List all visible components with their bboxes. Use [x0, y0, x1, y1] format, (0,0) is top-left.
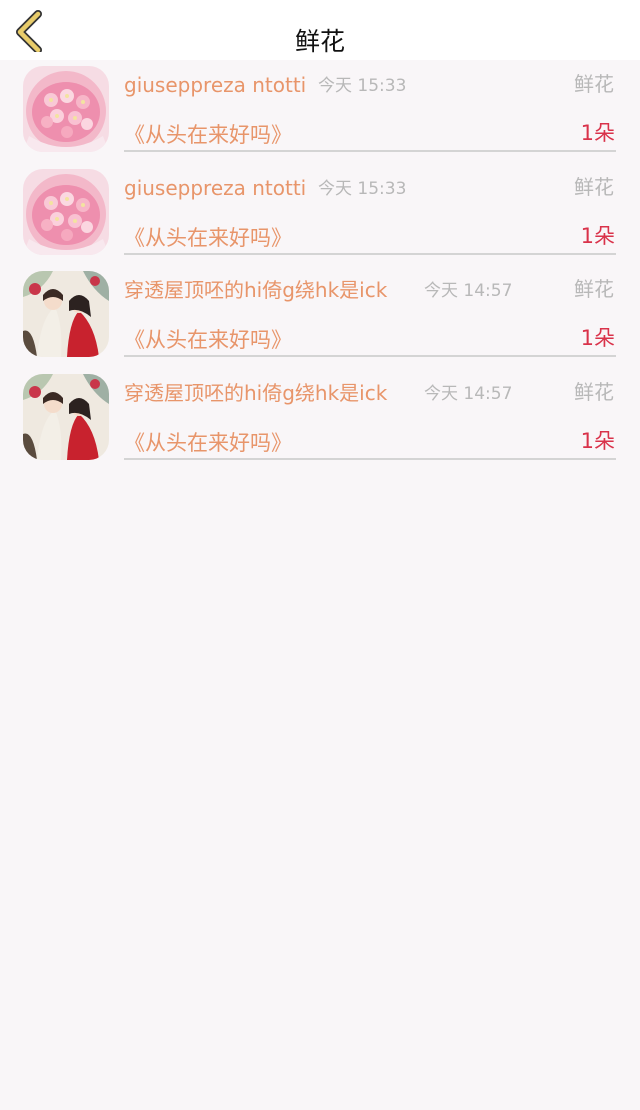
divider	[124, 252, 616, 255]
book-title: 《从头在来好吗》	[124, 430, 292, 455]
divider	[124, 150, 616, 152]
avatar[interactable]	[23, 168, 109, 255]
list-item[interactable]: giuseppreza ntotti 今天 15:33 鲜花 《从头在来好吗》 …	[0, 163, 640, 266]
gift-record-list: giuseppreza ntotti 今天 15:33 鲜花 《从头在来好吗》 …	[0, 60, 640, 470]
gift-type: 鲜花	[574, 379, 614, 404]
book-title: 《从头在来好吗》	[124, 123, 292, 147]
list-item[interactable]: 穿透屋顶呸的hi倚g绕hk是ick 今天 14:57 鲜花 《从头在来好吗》 1…	[0, 368, 640, 471]
gift-type: 鲜花	[574, 174, 614, 199]
page-title: 鲜花	[294, 27, 345, 56]
gift-count: 1朵	[580, 428, 615, 453]
avatar[interactable]	[23, 373, 109, 460]
divider	[124, 355, 616, 357]
send-time: 今天 15:33	[318, 178, 407, 199]
book-title: 《从头在来好吗》	[124, 328, 292, 352]
send-time: 今天 14:57	[424, 281, 513, 301]
book-title: 《从头在来好吗》	[124, 225, 292, 250]
pink-flower-avatar	[23, 168, 109, 255]
gift-count: 1朵	[580, 223, 615, 248]
gift-type: 鲜花	[574, 277, 614, 301]
gift-type: 鲜花	[574, 72, 614, 96]
send-time: 今天 14:57	[424, 383, 513, 404]
sender-name: 穿透屋顶呸的hi倚g绕hk是ick	[124, 380, 388, 405]
anime-couple-avatar	[23, 373, 109, 460]
avatar[interactable]	[23, 66, 109, 152]
avatar[interactable]	[23, 271, 109, 357]
navigation-bar: 鲜花	[0, 0, 640, 60]
send-time: 今天 15:33	[318, 76, 407, 96]
sender-name: 穿透屋顶呸的hi倚g绕hk是ick	[124, 278, 388, 302]
gift-count: 1朵	[580, 121, 615, 145]
anime-couple-avatar	[23, 271, 109, 357]
sender-name: giuseppreza ntotti	[124, 175, 307, 200]
sender-name: giuseppreza ntotti	[124, 73, 307, 97]
gift-count: 1朵	[580, 326, 615, 350]
divider	[124, 457, 616, 460]
list-item[interactable]: giuseppreza ntotti 今天 15:33 鲜花 《从头在来好吗》 …	[0, 60, 640, 163]
pink-flower-avatar	[23, 66, 109, 152]
list-item[interactable]: 穿透屋顶呸的hi倚g绕hk是ick 今天 14:57 鲜花 《从头在来好吗》 1…	[0, 265, 640, 368]
